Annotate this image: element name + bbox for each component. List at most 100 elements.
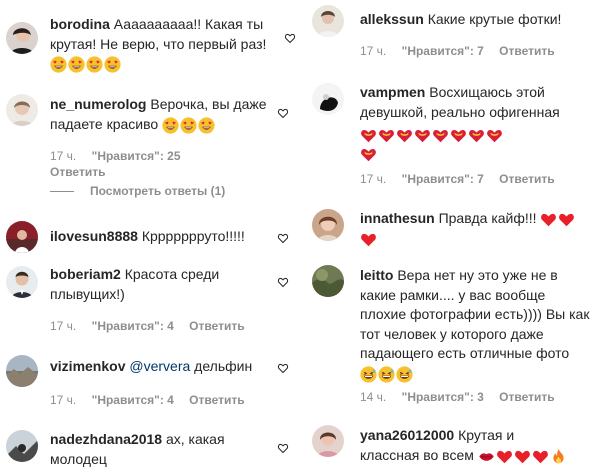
comment-username[interactable]: ne_numerolog [50,96,146,112]
like-heart-icon[interactable] [277,362,289,374]
comment-text: ne_numerolog Верочка, вы даже падаете кр… [50,95,282,135]
view-replies-label: Посмотреть ответы (1) [90,184,226,198]
comment-time[interactable]: 17 ч. [50,393,76,407]
red-heart-emoji-icon [360,231,377,248]
reply-button[interactable]: Ответить [499,390,554,404]
reply-button[interactable]: Ответить [189,319,244,333]
comment-username[interactable]: allekssun [360,11,424,27]
emoji-group [162,115,216,135]
avatar[interactable] [6,355,38,387]
grinning-sweat-emoji-icon [360,366,377,383]
comment-time[interactable]: 17 ч. [360,172,386,186]
red-heart-emoji-icon [532,448,549,465]
heart-with-ribbon-emoji-icon [450,127,467,144]
comment-meta: 17 ч. "Нравится": 7 Ответить [360,44,567,58]
emoji-group [50,55,122,75]
comment-likes[interactable]: "Нравится": 7 [402,44,484,58]
view-replies-button[interactable]: Посмотреть ответы (1) [50,184,225,198]
fire-emoji-icon [550,448,567,465]
heart-with-ribbon-emoji-icon [414,127,431,144]
heart-with-ribbon-emoji-icon [360,146,377,163]
reply-button[interactable]: Ответить [499,172,554,186]
comment-username[interactable]: vampmen [360,84,425,100]
avatar[interactable] [312,265,344,297]
comment-username[interactable]: leitto [360,267,393,283]
reply-button[interactable]: Ответить [50,165,105,179]
heart-eyes-emoji-icon [180,117,197,134]
comment-item: innathesun Правда кайф!!! [305,195,614,255]
like-heart-icon[interactable] [277,107,289,119]
comment-meta: Ответить [50,165,117,179]
comment-text: vizimenkov @ververa дельфин [50,357,290,377]
heart-with-ribbon-emoji-icon [360,127,377,144]
comment-body: дельфин [194,358,253,374]
avatar[interactable] [312,209,344,241]
comment-item: borodina Аааааааааа!! Какая ты крутая! Н… [0,0,300,84]
comment-username[interactable]: yana26012000 [360,427,454,443]
divider-line [50,191,74,193]
comment-username[interactable]: nadezhdana2018 [50,431,162,447]
heart-eyes-emoji-icon [68,56,85,73]
comment-time[interactable]: 17 ч. [50,149,76,163]
heart-eyes-emoji-icon [50,56,67,73]
comment-text: boberiam2 Красота среди плывущих!) [50,265,250,304]
comment-text: borodina Аааааааааа!! Какая ты крутая! Н… [50,15,282,74]
comment-time[interactable]: 17 ч. [50,319,76,333]
comment-username[interactable]: boberiam2 [50,266,121,282]
comment-likes[interactable]: "Нравится": 3 [402,390,484,404]
reply-button[interactable]: Ответить [189,393,244,407]
comment-item: vampmen Восхищаюсь этой девушкой, реальн… [305,70,614,195]
comment-body: Вера нет ну это уже не в какие рамки....… [360,267,590,361]
avatar[interactable] [6,266,38,298]
avatar[interactable] [6,221,38,253]
heart-eyes-emoji-icon [198,117,215,134]
heart-with-ribbon-emoji-icon [486,127,503,144]
comment-body: Кррррррруто!!!!! [141,228,245,244]
mention-link[interactable]: @ververa [129,358,190,374]
comment-item: nadezhdana2018 ах, какая молодец [0,418,300,473]
avatar[interactable] [312,5,344,37]
heart-with-ribbon-emoji-icon [432,127,449,144]
comment-username[interactable]: innathesun [360,210,435,226]
comment-item: yana26012000 Крутая и классная во всем [305,413,614,473]
comment-likes[interactable]: "Нравится": 25 [92,149,181,163]
comment-likes[interactable]: "Нравится": 4 [92,393,174,407]
comment-text: vampmen Восхищаюсь этой девушкой, реальн… [360,83,590,164]
comment-likes[interactable]: "Нравится": 7 [402,172,484,186]
comment-username[interactable]: ilovesun8888 [50,228,138,244]
avatar[interactable] [6,22,38,54]
comment-meta: 17 ч. "Нравится": 7 Ответить [360,172,567,186]
red-heart-emoji-icon [496,448,513,465]
emoji-group [360,229,590,249]
comment-username[interactable]: borodina [50,16,110,32]
comment-username[interactable]: vizimenkov [50,358,125,374]
emoji-group [360,364,414,384]
comment-meta: 14 ч. "Нравится": 3 Ответить [360,390,567,404]
comment-item: ne_numerolog Верочка, вы даже падаете кр… [0,84,300,204]
red-heart-emoji-icon [558,211,575,228]
avatar[interactable] [312,425,344,457]
avatar[interactable] [6,430,38,462]
comment-item: allekssun Какие крутые фотки! 17 ч. "Нра… [305,0,614,70]
red-heart-emoji-icon [540,211,557,228]
like-heart-icon[interactable] [277,276,289,288]
emoji-group [478,446,568,466]
comment-likes[interactable]: "Нравится": 4 [92,319,174,333]
grinning-sweat-emoji-icon [396,366,413,383]
comment-item: leitto Вера нет ну это уже не в какие ра… [305,255,614,413]
emoji-group [360,125,590,164]
reply-button[interactable]: Ответить [499,44,554,58]
grinning-sweat-emoji-icon [378,366,395,383]
comment-item: vizimenkov @ververa дельфин 17 ч. "Нрави… [0,342,300,418]
avatar[interactable] [312,83,344,115]
comment-time[interactable]: 14 ч. [360,390,386,404]
like-heart-icon[interactable] [277,442,289,454]
avatar[interactable] [6,94,38,126]
red-heart-emoji-icon [514,448,531,465]
like-heart-icon[interactable] [284,32,296,44]
heart-eyes-emoji-icon [86,56,103,73]
comment-time[interactable]: 17 ч. [360,44,386,58]
like-heart-icon[interactable] [277,232,289,244]
heart-with-ribbon-emoji-icon [396,127,413,144]
heart-with-ribbon-emoji-icon [378,127,395,144]
